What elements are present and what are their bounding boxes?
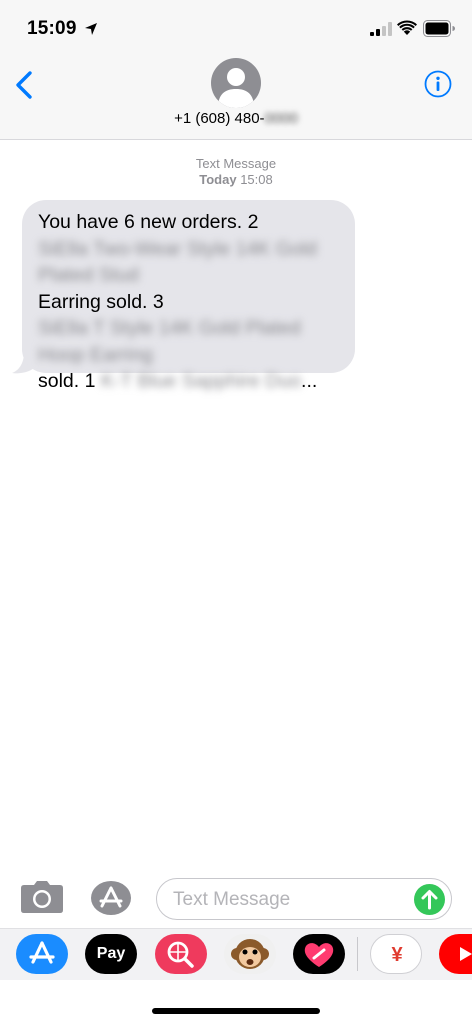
message-text: You have 6 new orders. 2 SiElla Two-Wear…	[38, 211, 339, 392]
monkey-face-glyph	[231, 939, 269, 969]
app-store-icon[interactable]	[16, 934, 68, 974]
redacted-product-name: K-T Blue Sapphire Duo	[100, 370, 302, 392]
day-label: Today	[199, 172, 237, 187]
apple-pay-label: Pay	[96, 945, 126, 962]
battery-icon	[423, 20, 455, 37]
heart-glyph	[304, 943, 334, 967]
time-label: 15:08	[240, 172, 273, 187]
send-arrow-icon	[421, 890, 438, 910]
message-input[interactable]	[173, 887, 403, 913]
image-search-icon[interactable]	[155, 934, 207, 974]
app-store-button-icon[interactable]	[89, 880, 133, 916]
contact-number-visible: +1 (608) 480-	[174, 110, 265, 127]
status-time: 15:09	[27, 18, 77, 39]
home-indicator[interactable]	[152, 1008, 320, 1014]
youtube-icon[interactable]	[439, 934, 472, 974]
redacted-product-name: SiElla T Style 14K Gold Plated Hoop Earr…	[38, 317, 301, 366]
yen-app-icon[interactable]: ¥	[370, 934, 422, 974]
drawer-separator	[357, 937, 358, 971]
apple-pay-icon[interactable]: Pay	[85, 934, 137, 974]
redacted-product-name: SiElla Two-Wear Style 14K Gold Plated St…	[38, 237, 317, 287]
info-icon[interactable]	[424, 70, 452, 98]
send-button[interactable]	[414, 884, 445, 915]
incoming-message-bubble[interactable]: You have 6 new orders. 2 SiElla Two-Wear…	[22, 200, 355, 392]
app-store-glyph	[29, 941, 55, 964]
cellular-signal-icon	[370, 22, 392, 36]
contact-phone-number[interactable]: +1 (608) 480-0000	[0, 110, 472, 127]
service-label: Text Message	[195, 156, 277, 171]
camera-icon[interactable]	[20, 880, 64, 914]
status-bar: 15:09	[0, 0, 472, 56]
back-chevron-icon[interactable]	[12, 70, 38, 100]
animoji-monkey-icon[interactable]	[224, 934, 276, 974]
message-compose-field[interactable]	[156, 878, 452, 920]
person-silhouette-icon	[218, 68, 254, 108]
yen-label: ¥	[391, 944, 403, 966]
message-timestamp-header: Text Message Today 15:08	[0, 156, 472, 188]
digital-touch-icon[interactable]	[293, 934, 345, 974]
wifi-icon	[397, 20, 417, 35]
contact-avatar[interactable]	[211, 58, 261, 108]
play-glyph	[460, 947, 472, 961]
magnifier-globe-glyph	[167, 941, 194, 968]
conversation-header: +1 (608) 480-0000	[0, 56, 472, 140]
imessage-app-drawer: Pay ¥	[0, 928, 472, 980]
location-arrow-icon	[85, 23, 97, 35]
contact-number-redacted: 0000	[264, 110, 298, 127]
